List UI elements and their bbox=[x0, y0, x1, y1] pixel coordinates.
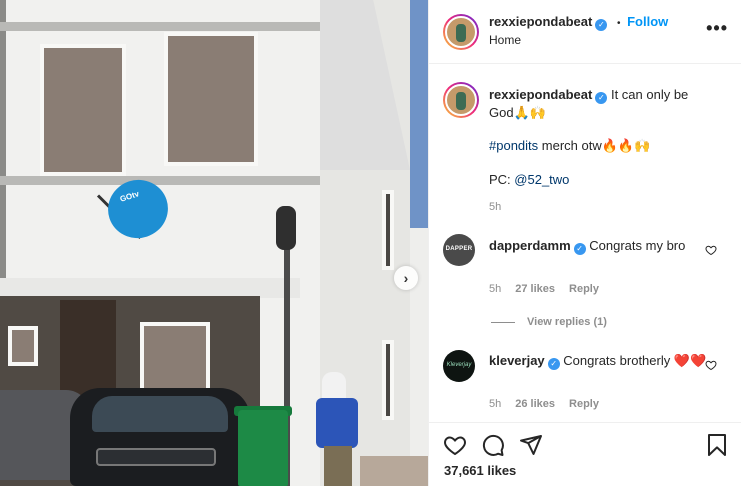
post-likes-count[interactable]: 37,661 likes bbox=[444, 463, 516, 478]
mention-link[interactable]: @52_two bbox=[514, 172, 569, 187]
view-replies-button[interactable]: View replies (1) bbox=[491, 316, 607, 328]
post-location[interactable]: Home bbox=[489, 33, 521, 47]
comment-text: dapperdamm ✓ Congrats my bro bbox=[489, 238, 686, 255]
hashtag-link[interactable]: #pondits bbox=[489, 138, 538, 153]
post-side-panel: rexxiepondabeat ✓ • Follow Home ••• rexxi… bbox=[428, 0, 741, 486]
save-bookmark-icon[interactable] bbox=[705, 433, 729, 457]
comment-like-heart-icon[interactable] bbox=[705, 244, 717, 256]
share-send-icon[interactable] bbox=[519, 433, 543, 457]
caption-username[interactable]: rexxiepondabeat bbox=[489, 87, 592, 102]
comment-meta: 5h 26 likes Reply bbox=[489, 398, 599, 410]
comment-like-heart-icon[interactable] bbox=[705, 359, 717, 371]
photo-window bbox=[382, 190, 394, 270]
verified-badge-icon: ✓ bbox=[595, 92, 608, 104]
comment-meta: 5h 27 likes Reply bbox=[489, 283, 599, 295]
commenter-avatar[interactable]: DAPPER bbox=[443, 234, 475, 266]
caption-timestamp: 5h bbox=[489, 201, 502, 213]
caption-hashtag-line: #pondits merch otw🔥🔥🙌 bbox=[489, 138, 651, 153]
post-actions-bar: 37,661 likes bbox=[429, 422, 741, 486]
photo-window bbox=[164, 32, 258, 166]
comment-reply-button[interactable]: Reply bbox=[569, 283, 599, 295]
carousel-next-button[interactable]: › bbox=[394, 266, 418, 290]
follow-button[interactable]: Follow bbox=[627, 14, 668, 29]
comment-username[interactable]: dapperdamm bbox=[489, 238, 571, 253]
photo-porch bbox=[0, 278, 300, 298]
header-separator: • bbox=[616, 18, 621, 29]
comment-likes-count[interactable]: 27 likes bbox=[515, 283, 555, 295]
comment-text: kleverjay ✓ Congrats brotherly ❤️❤️ bbox=[489, 353, 707, 370]
caption-credit-line: PC: @52_two bbox=[489, 172, 570, 187]
street-lamp-head bbox=[276, 206, 296, 250]
verified-badge-icon: ✓ bbox=[573, 243, 586, 255]
instagram-post-viewer: GOtv › rexxiepondabeat ✓ • Follow Home •… bbox=[0, 0, 741, 486]
caption-text: rexxiepondabeat ✓ It can only be God🙏🙌 bbox=[489, 86, 715, 121]
author-avatar[interactable] bbox=[443, 14, 479, 50]
like-heart-icon[interactable] bbox=[443, 433, 467, 457]
verified-badge-icon: ✓ bbox=[595, 19, 608, 31]
comment-reply-button[interactable]: Reply bbox=[569, 398, 599, 410]
photo-person bbox=[316, 372, 360, 486]
comment-likes-count[interactable]: 26 likes bbox=[515, 398, 555, 410]
photo-window bbox=[382, 340, 394, 420]
verified-badge-icon: ✓ bbox=[547, 358, 560, 370]
caption-author-avatar[interactable] bbox=[443, 82, 479, 118]
more-options-icon[interactable]: ••• bbox=[706, 19, 728, 37]
chevron-right-icon: › bbox=[403, 270, 409, 286]
post-photo[interactable]: GOtv › bbox=[0, 0, 428, 486]
photo-window bbox=[8, 326, 38, 366]
photo-car-black bbox=[70, 388, 250, 486]
photo-window bbox=[40, 44, 126, 176]
photo-green-bin bbox=[238, 410, 288, 486]
author-username[interactable]: rexxiepondabeat bbox=[489, 14, 592, 29]
photo-window bbox=[140, 322, 210, 392]
comment-username[interactable]: kleverjay bbox=[489, 353, 545, 368]
comment-bubble-icon[interactable] bbox=[481, 433, 505, 457]
commenter-avatar[interactable]: Kleverjay bbox=[443, 350, 475, 382]
post-header: rexxiepondabeat ✓ • Follow Home ••• bbox=[429, 0, 741, 64]
